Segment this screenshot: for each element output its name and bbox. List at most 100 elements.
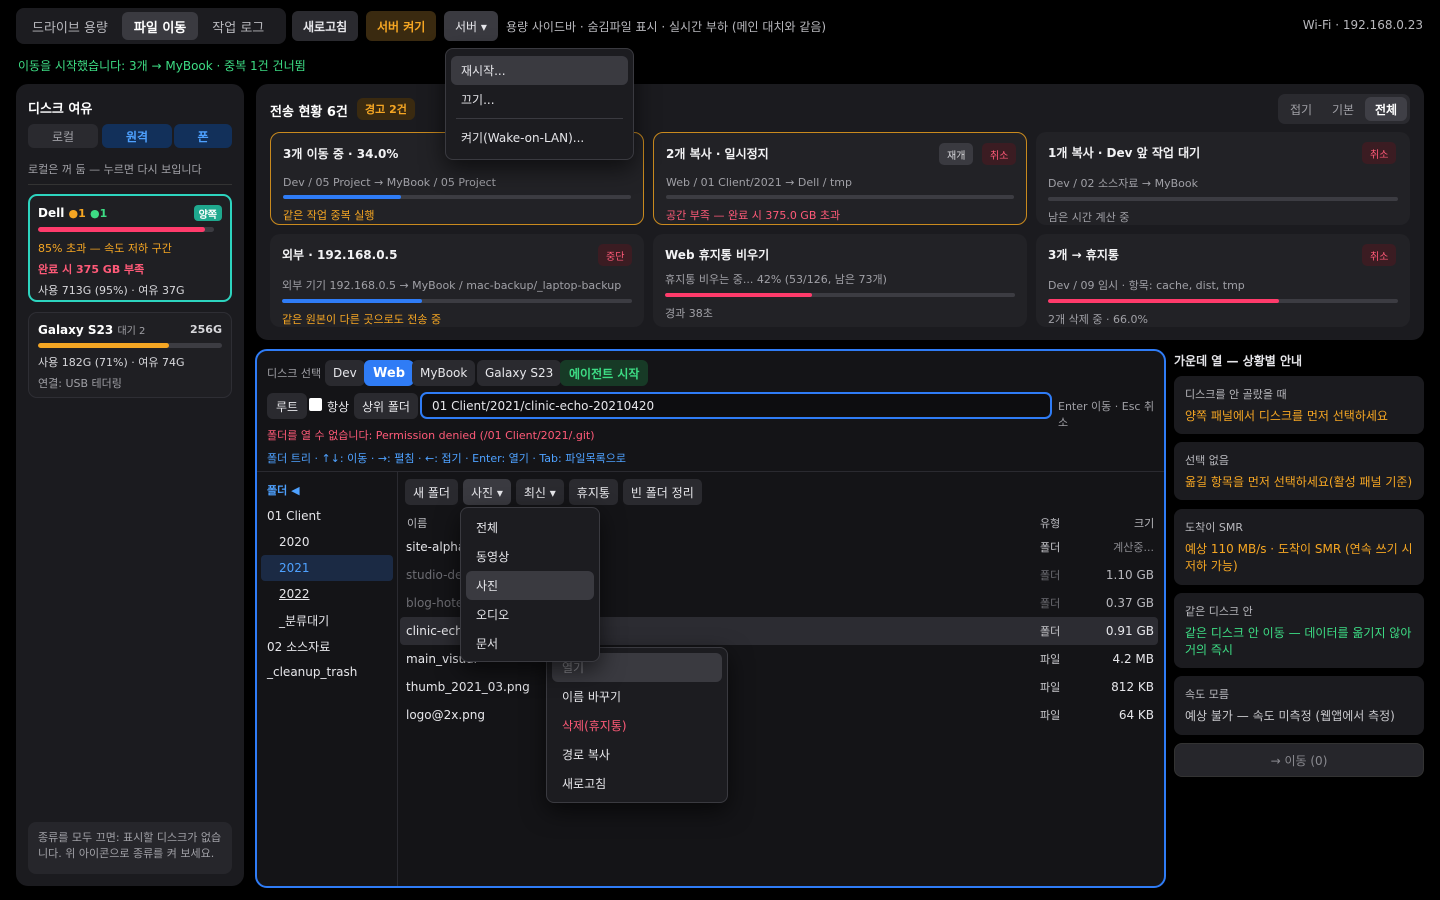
galaxy-name: Galaxy S23 [38,323,114,337]
move-button[interactable]: → 이동 (0) [1174,743,1424,777]
cancel-button[interactable]: 취소 [982,143,1017,165]
error-message: 폴더를 열 수 없습니다: Permission denied (/01 Cli… [267,429,595,442]
always-label: 항상 [327,400,350,414]
transfer-card[interactable]: 3개 → 휴지통 취소 Dev / 09 임시 · 항목: cache, dis… [1036,234,1410,327]
col-size[interactable]: 크기 [1134,515,1154,531]
disk-tab-local[interactable]: 로컬 [28,124,98,148]
transfer-title: Web 휴지통 비우기 [665,248,770,262]
tree-item[interactable]: _분류대기 [261,607,393,633]
file-name: site-alpha [406,540,466,554]
stop-button[interactable]: 중단 [598,244,633,266]
top-info: 용량 사이드바 · 숨김파일 표시 · 실시간 부하 (메인 대치와 같음) [506,20,827,34]
progress-bar [1048,299,1398,303]
disk-chip-dev[interactable]: Dev [325,360,365,386]
tab-job-log[interactable]: 작업 로그 [200,12,276,40]
help-heading: 선택 없음 [1185,454,1229,467]
path-key-hint: Enter 이동 · Esc 취소 [1058,400,1155,429]
always-checkbox[interactable] [309,398,322,411]
ctx-delete[interactable]: 삭제(휴지통) [552,711,722,740]
server-off[interactable]: 끄기... [451,85,628,114]
context-menu: 열기 이름 바꾸기 삭제(휴지통) 경로 복사 새로고침 [546,647,728,803]
progress-bar [282,299,632,303]
ctx-refresh[interactable]: 새로고침 [552,769,722,798]
view-basic[interactable]: 기본 [1323,97,1363,121]
tree-item-selected[interactable]: 2021 [261,555,393,581]
help-card: 같은 디스크 안 같은 디스크 안 이동 — 데이터를 옮기지 않아 거의 즉시 [1174,593,1424,668]
dell-src-count: ●1 [68,207,86,220]
server-wol[interactable]: 켜기(Wake-on-LAN)... [451,123,628,152]
transfer-card[interactable]: 2개 복사 · 일시정지 재개 취소 Web / 01 Client/2021 … [653,132,1027,225]
tree-item[interactable]: 02 소스자료 [261,633,393,659]
server-menu-button[interactable]: 서버 ▾ [444,11,498,41]
tree-item[interactable]: _cleanup_trash [261,659,393,685]
trash-button[interactable]: 휴지통 [568,479,618,505]
disk-chip-galaxy[interactable]: Galaxy S23 [477,360,562,386]
progress-bar [666,195,1014,199]
file-name: blog-hotel [406,596,467,610]
type-filter-dropdown[interactable]: 사진 ▾ [462,479,511,505]
disk-tab-phone[interactable]: 폰 [174,124,232,148]
folder-tree: 01 Client 2020 2021 2022 _분류대기 02 소스자료 _… [261,503,393,685]
sort-dropdown[interactable]: 최신 ▾ [515,479,564,505]
server-menu: 재시작... 끄기... 켜기(Wake-on-LAN)... [445,48,634,160]
disk-card-galaxy[interactable]: Galaxy S23 대기 2 256G 사용 182G (71%) · 여유 … [28,312,232,398]
file-name: logo@2x.png [406,708,486,722]
filter-photo[interactable]: 사진 [466,571,594,600]
disk-chip-mybook[interactable]: MyBook [412,360,476,386]
disk-tab-remote[interactable]: 원격 [102,124,172,148]
cancel-button[interactable]: 취소 [1362,244,1397,266]
transfer-route: Web / 01 Client/2021 → Dell / tmp [666,176,852,189]
folder-tree-toggle[interactable]: 폴더 ◀ [267,482,300,498]
server-restart[interactable]: 재시작... [451,56,628,85]
ctx-copy-path[interactable]: 경로 복사 [552,740,722,769]
server-on-button[interactable]: 서버 켜기 [366,11,437,41]
progress-bar [665,293,1015,297]
file-size: 812 KB [1111,680,1154,694]
view-full[interactable]: 전체 [1365,97,1407,121]
transfer-route: Dev / 09 임시 · 항목: cache, dist, tmp [1048,279,1245,292]
disk-card-dell[interactable]: Dell ●1 ●1 양쪽 85% 초과 — 속도 저하 구간 완료 시 375… [28,194,232,302]
file-size: 0.37 GB [1105,596,1154,610]
path-input[interactable]: 01 Client/2021/clinic-echo-20210420 [420,392,1052,419]
file-toolbar: 새 폴더 사진 ▾ 최신 ▾ 휴지통 빈 폴더 정리 [405,479,702,505]
cancel-button[interactable]: 취소 [1362,142,1397,164]
transfer-route: Dev / 05 Project → MyBook / 05 Project [283,176,496,189]
resume-button[interactable]: 재개 [939,143,974,165]
parent-folder-button[interactable]: 상위 폴더 [354,393,418,419]
help-heading: 도착이 SMR [1185,521,1243,534]
refresh-button[interactable]: 새로고침 [292,11,359,41]
tree-item[interactable]: 01 Client [261,503,393,529]
root-button[interactable]: 루트 [267,393,308,419]
tab-file-move[interactable]: 파일 이동 [121,12,199,40]
new-folder-button[interactable]: 새 폴더 [405,479,458,505]
clean-empty-button[interactable]: 빈 폴더 정리 [622,479,702,505]
transfer-note: 공간 부족 — 완료 시 375.0 GB 초과 [666,209,841,222]
file-row[interactable]: thumb_2021_03.png 파일 812 KB [400,673,1158,701]
transfer-title: 외부 · 192.168.0.5 [282,248,398,262]
disk-chip-web[interactable]: Web [364,360,414,386]
file-type: 파일 [1040,653,1061,666]
transfer-card[interactable]: 외부 · 192.168.0.5 중단 외부 기기 192.168.0.5 → … [270,234,644,327]
transfer-card[interactable]: 1개 복사 · Dev 앞 작업 대기 취소 Dev / 02 소스자료 → M… [1036,132,1410,225]
tab-drive-capacity[interactable]: 드라이브 용량 [20,12,120,40]
filter-all[interactable]: 전체 [466,513,594,542]
tree-item[interactable]: 2020 [261,529,393,555]
help-card: 속도 모름 예상 불가 — 속도 미측정 (웹앱에서 측정) [1174,676,1424,735]
main-tabs: 드라이브 용량 파일 이동 작업 로그 [16,8,286,44]
filter-doc[interactable]: 문서 [466,629,594,658]
filter-video[interactable]: 동영상 [466,542,594,571]
file-row[interactable]: logo@2x.png 파일 64 KB [400,701,1158,729]
galaxy-connection: 연결: USB 테더링 [38,377,122,390]
ctx-rename[interactable]: 이름 바꾸기 [552,682,722,711]
dell-name: Dell [38,206,65,220]
filter-audio[interactable]: 오디오 [466,600,594,629]
transfer-card[interactable]: Web 휴지통 비우기 휴지통 비우는 중... 42% (53/126, 남은… [653,234,1027,327]
tree-item[interactable]: 2022 [261,581,393,607]
transfer-panel: 전송 현황 6건 경고 2건 접기 기본 전체 3개 이동 중 · 34.0% … [256,84,1424,340]
col-type[interactable]: 유형 [1040,515,1060,531]
col-name[interactable]: 이름 [407,515,427,531]
galaxy-size: 256G [190,323,222,336]
view-collapse[interactable]: 접기 [1281,97,1321,121]
dell-warning-space: 완료 시 375 GB 부족 [38,263,145,276]
agent-start-button[interactable]: 에이전트 시작 [560,360,649,386]
